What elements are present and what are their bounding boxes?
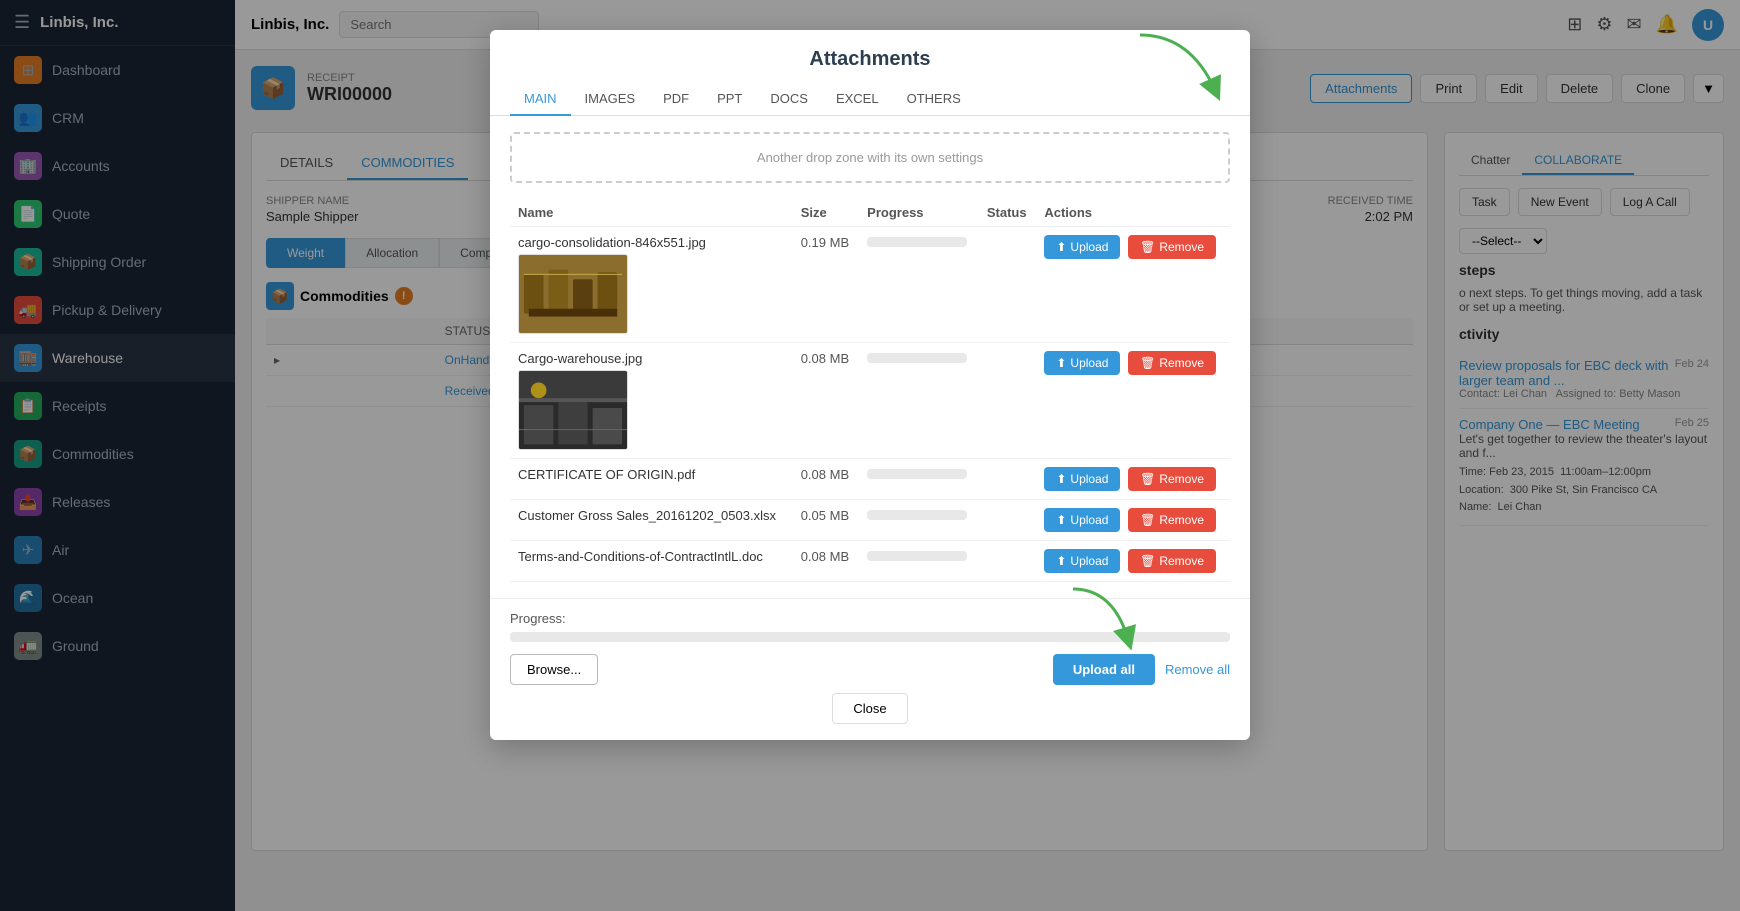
col-progress: Progress [859,199,979,227]
progress-bar-4 [867,510,967,520]
modal-tab-ppt[interactable]: PPT [703,83,756,116]
trash-icon-5: 🗑 [1140,554,1155,568]
modal-tabs: MAIN IMAGES PDF PPT DOCS EXCEL OTHERS [490,71,1250,116]
modal-tab-main[interactable]: MAIN [510,83,571,116]
remove-button-5[interactable]: 🗑 Remove [1128,549,1216,573]
upload-icon-1: ⬆ [1056,240,1066,254]
trash-icon-4: 🗑 [1140,513,1155,527]
upload-all-button[interactable]: Upload all [1053,654,1155,685]
remove-button-2[interactable]: 🗑 Remove [1128,351,1216,375]
upload-icon-3: ⬆ [1056,472,1066,486]
file-name-4: Customer Gross Sales_20161202_0503.xlsx [518,508,785,523]
footer-right: Upload all Remove all [1053,654,1230,685]
drop-zone[interactable]: Another drop zone with its own settings [510,132,1230,183]
file-size-1: 0.19 MB [801,235,849,250]
progress-bar-2 [867,353,967,363]
col-actions: Actions [1036,199,1230,227]
progress-bar-1 [867,237,967,247]
table-row: Cargo-warehouse.jpg [510,343,1230,459]
upload-icon-5: ⬆ [1056,554,1066,568]
upload-button-4[interactable]: ⬆ Upload [1044,508,1120,532]
upload-button-1[interactable]: ⬆ Upload [1044,235,1120,259]
file-size-4: 0.05 MB [801,508,849,523]
trash-icon-3: 🗑 [1140,472,1155,486]
modal-tab-excel[interactable]: EXCEL [822,83,893,116]
file-status-5 [979,541,1037,582]
remove-button-1[interactable]: 🗑 Remove [1128,235,1216,259]
progress-bar-3 [867,469,967,479]
modal-footer: Progress: Browse... Uplo [490,598,1250,740]
file-name-3: CERTIFICATE OF ORIGIN.pdf [518,467,785,482]
upload-icon-2: ⬆ [1056,356,1066,370]
modal-title: Attachments [490,30,1250,71]
upload-button-5[interactable]: ⬆ Upload [1044,549,1120,573]
modal-overlay: Attachments MAIN IMAGES PDF PPT DOCS EXC… [0,0,1740,911]
file-status-1 [979,227,1037,343]
col-size: Size [793,199,859,227]
file-name-1: cargo-consolidation-846x551.jpg [518,235,785,250]
file-status-3 [979,459,1037,500]
file-table: Name Size Progress Status Actions cargo-… [510,199,1230,582]
modal-tab-pdf[interactable]: PDF [649,83,703,116]
attachments-modal: Attachments MAIN IMAGES PDF PPT DOCS EXC… [490,30,1250,740]
remove-button-3[interactable]: 🗑 Remove [1128,467,1216,491]
file-thumb-1 [518,254,628,334]
file-name-5: Terms-and-Conditions-of-ContractIntlL.do… [518,549,785,564]
modal-tab-images[interactable]: IMAGES [571,83,650,116]
upload-button-2[interactable]: ⬆ Upload [1044,351,1120,375]
file-status-4 [979,500,1037,541]
table-row: Customer Gross Sales_20161202_0503.xlsx … [510,500,1230,541]
upload-button-3[interactable]: ⬆ Upload [1044,467,1120,491]
modal-tab-others[interactable]: OTHERS [893,83,975,116]
progress-label: Progress: [510,611,1230,626]
modal-body: Another drop zone with its own settings … [490,116,1250,598]
file-status-2 [979,343,1037,459]
progress-bar-5 [867,551,967,561]
table-row: cargo-consolidation-846x551.jpg [510,227,1230,343]
progress-track [510,632,1230,642]
remove-all-button[interactable]: Remove all [1165,662,1230,677]
file-size-3: 0.08 MB [801,467,849,482]
file-size-2: 0.08 MB [801,351,849,366]
upload-icon-4: ⬆ [1056,513,1066,527]
table-row: Terms-and-Conditions-of-ContractIntlL.do… [510,541,1230,582]
col-name: Name [510,199,793,227]
table-row: CERTIFICATE OF ORIGIN.pdf 0.08 MB ⬆ Uplo… [510,459,1230,500]
file-name-2: Cargo-warehouse.jpg [518,351,785,366]
close-button[interactable]: Close [832,693,907,724]
trash-icon-1: 🗑 [1140,240,1155,254]
modal-tab-docs[interactable]: DOCS [756,83,822,116]
col-status: Status [979,199,1037,227]
trash-icon-2: 🗑 [1140,356,1155,370]
file-size-5: 0.08 MB [801,549,849,564]
remove-button-4[interactable]: 🗑 Remove [1128,508,1216,532]
browse-button[interactable]: Browse... [510,654,598,685]
footer-actions: Browse... Upload all Remove all [510,654,1230,685]
file-thumb-2 [518,370,628,450]
